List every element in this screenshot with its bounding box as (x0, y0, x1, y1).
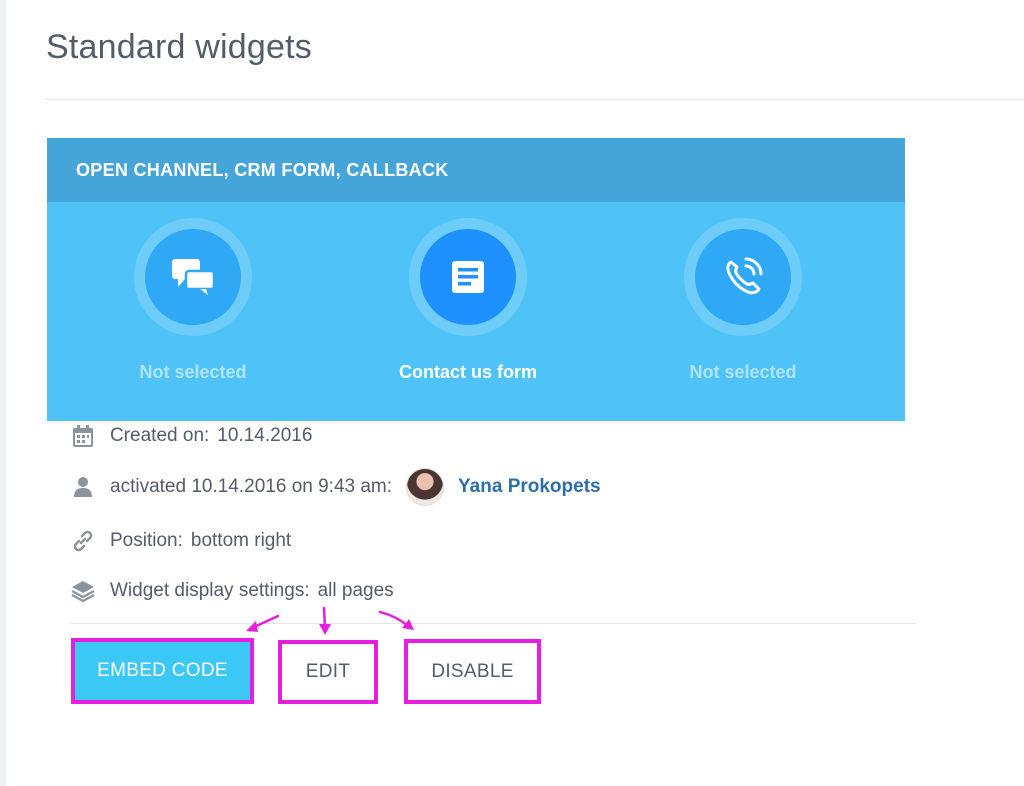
annotation-arrowhead-edit (319, 624, 331, 635)
embed-code-button[interactable]: EMBED CODE (71, 638, 254, 704)
disable-button[interactable]: DISABLE (404, 639, 541, 704)
annotation-arrowhead-embed (246, 621, 258, 632)
annotation-arrow-disable (378, 610, 410, 628)
annotation-arrowhead-disable (402, 619, 414, 630)
edit-button[interactable]: EDIT (278, 640, 378, 704)
